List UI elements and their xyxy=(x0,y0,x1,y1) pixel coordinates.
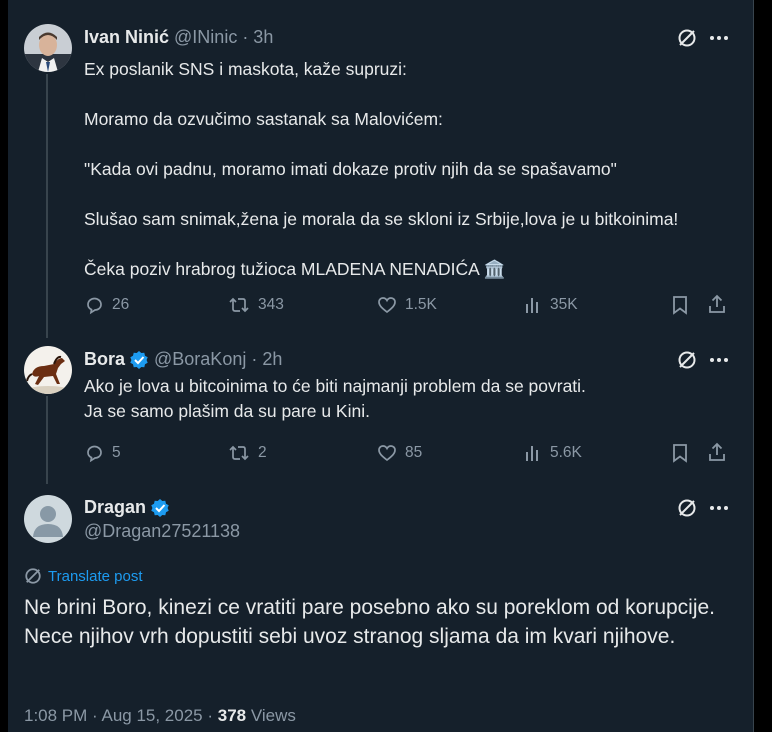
more-icon[interactable] xyxy=(707,497,731,519)
verified-badge-icon xyxy=(129,350,149,370)
repost-button[interactable]: 2 xyxy=(228,443,267,463)
like-icon xyxy=(378,297,396,314)
reply-count: 5 xyxy=(112,444,121,461)
views-count: 35K xyxy=(550,296,578,313)
author-handle[interactable]: @Dragan27521138 xyxy=(84,521,240,542)
views-icon xyxy=(526,298,538,313)
reply-count: 26 xyxy=(112,296,130,313)
translate-icon xyxy=(25,568,41,584)
tweet2-header: Bora @BoraKonj · 2h xyxy=(84,349,282,370)
author-handle[interactable]: @BoraKonj · 2h xyxy=(154,349,282,370)
share-icon xyxy=(709,442,725,461)
avatar-ivan[interactable] xyxy=(24,24,72,72)
grok-icon[interactable] xyxy=(676,349,698,371)
bookmark-icon xyxy=(673,444,687,463)
bookmark-button[interactable] xyxy=(671,443,689,463)
repost-count: 343 xyxy=(258,296,284,313)
views-count: 378 xyxy=(217,706,247,725)
conversation-frame: Ivan Ninić @INinic · 3h Ex poslanik SNS … xyxy=(0,0,772,732)
views-button[interactable]: 5.6K xyxy=(524,443,582,463)
avatar-dragan[interactable] xyxy=(24,495,72,543)
repost-icon xyxy=(229,297,249,313)
repost-button[interactable]: 343 xyxy=(228,295,284,315)
translate-label: Translate post xyxy=(48,567,143,585)
share-icon xyxy=(709,294,725,313)
tweet1-header: Ivan Ninić @INinic · 3h xyxy=(84,27,273,48)
tweet-meta: 1:08 PM · Aug 15, 2025 · 378 Views xyxy=(24,706,296,726)
thread-line xyxy=(46,396,48,484)
reply-icon xyxy=(87,297,102,315)
like-button[interactable]: 85 xyxy=(377,443,422,463)
reply-icon xyxy=(87,445,102,463)
views-icon xyxy=(526,446,538,461)
like-icon xyxy=(378,445,396,462)
author-name[interactable]: Dragan xyxy=(84,497,146,518)
more-icon[interactable] xyxy=(707,349,731,371)
share-button[interactable] xyxy=(707,294,727,314)
translate-post-link[interactable]: Translate post xyxy=(24,567,143,585)
tweet1-text: Ex poslanik SNS i maskota, kaže supruzi:… xyxy=(84,59,679,279)
main-tweet-handle-row: @Dragan27521138 xyxy=(79,521,240,542)
views-count: 5.6K xyxy=(550,444,582,461)
grok-icon[interactable] xyxy=(676,497,698,519)
share-button[interactable] xyxy=(707,442,727,462)
bookmark-icon xyxy=(673,296,687,315)
timestamp[interactable]: 1:08 PM · Aug 15, 2025 · xyxy=(24,706,218,725)
views-button[interactable]: 35K xyxy=(524,295,578,315)
verified-badge-icon xyxy=(150,498,170,518)
views-label: Views xyxy=(246,706,296,725)
main-tweet-header: Dragan xyxy=(84,497,170,518)
repost-count: 2 xyxy=(258,444,267,461)
author-handle[interactable]: @INinic · 3h xyxy=(174,27,273,48)
like-count: 85 xyxy=(405,444,423,461)
avatar-bora[interactable] xyxy=(24,346,72,394)
author-name[interactable]: Ivan Ninić xyxy=(84,27,169,48)
grok-icon[interactable] xyxy=(676,27,698,49)
bookmark-button[interactable] xyxy=(671,295,689,315)
like-count: 1.5K xyxy=(405,296,437,313)
tweet2-text: Ako je lova u bitcoinima to će biti najm… xyxy=(84,376,586,421)
like-button[interactable]: 1.5K xyxy=(377,295,437,315)
repost-icon xyxy=(229,445,249,461)
more-icon[interactable] xyxy=(707,27,731,49)
thread-line xyxy=(46,74,48,338)
reply-button[interactable]: 26 xyxy=(84,295,129,315)
author-name[interactable]: Bora xyxy=(84,349,125,370)
reply-button[interactable]: 5 xyxy=(84,443,121,463)
main-tweet-text: Ne brini Boro, kinezi ce vratiti pare po… xyxy=(24,596,716,648)
